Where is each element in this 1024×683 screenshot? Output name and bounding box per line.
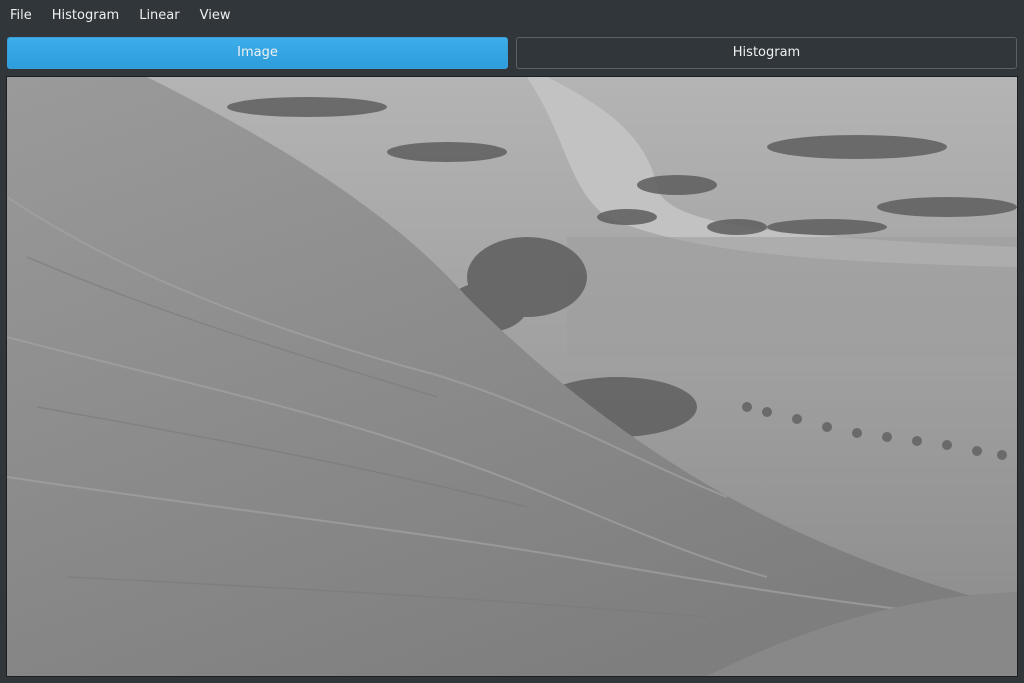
menubar: File Histogram Linear View bbox=[0, 0, 1024, 31]
image-view[interactable] bbox=[6, 76, 1018, 677]
menu-file[interactable]: File bbox=[0, 0, 42, 31]
menu-histogram[interactable]: Histogram bbox=[42, 0, 129, 31]
menu-view[interactable]: View bbox=[190, 0, 241, 31]
landscape-image bbox=[7, 77, 1017, 676]
tab-bar: Image Histogram bbox=[7, 37, 1017, 69]
main-window: File Histogram Linear View Image Histogr… bbox=[0, 0, 1024, 683]
tab-image[interactable]: Image bbox=[7, 37, 508, 69]
menu-linear[interactable]: Linear bbox=[129, 0, 189, 31]
tab-histogram[interactable]: Histogram bbox=[516, 37, 1017, 69]
